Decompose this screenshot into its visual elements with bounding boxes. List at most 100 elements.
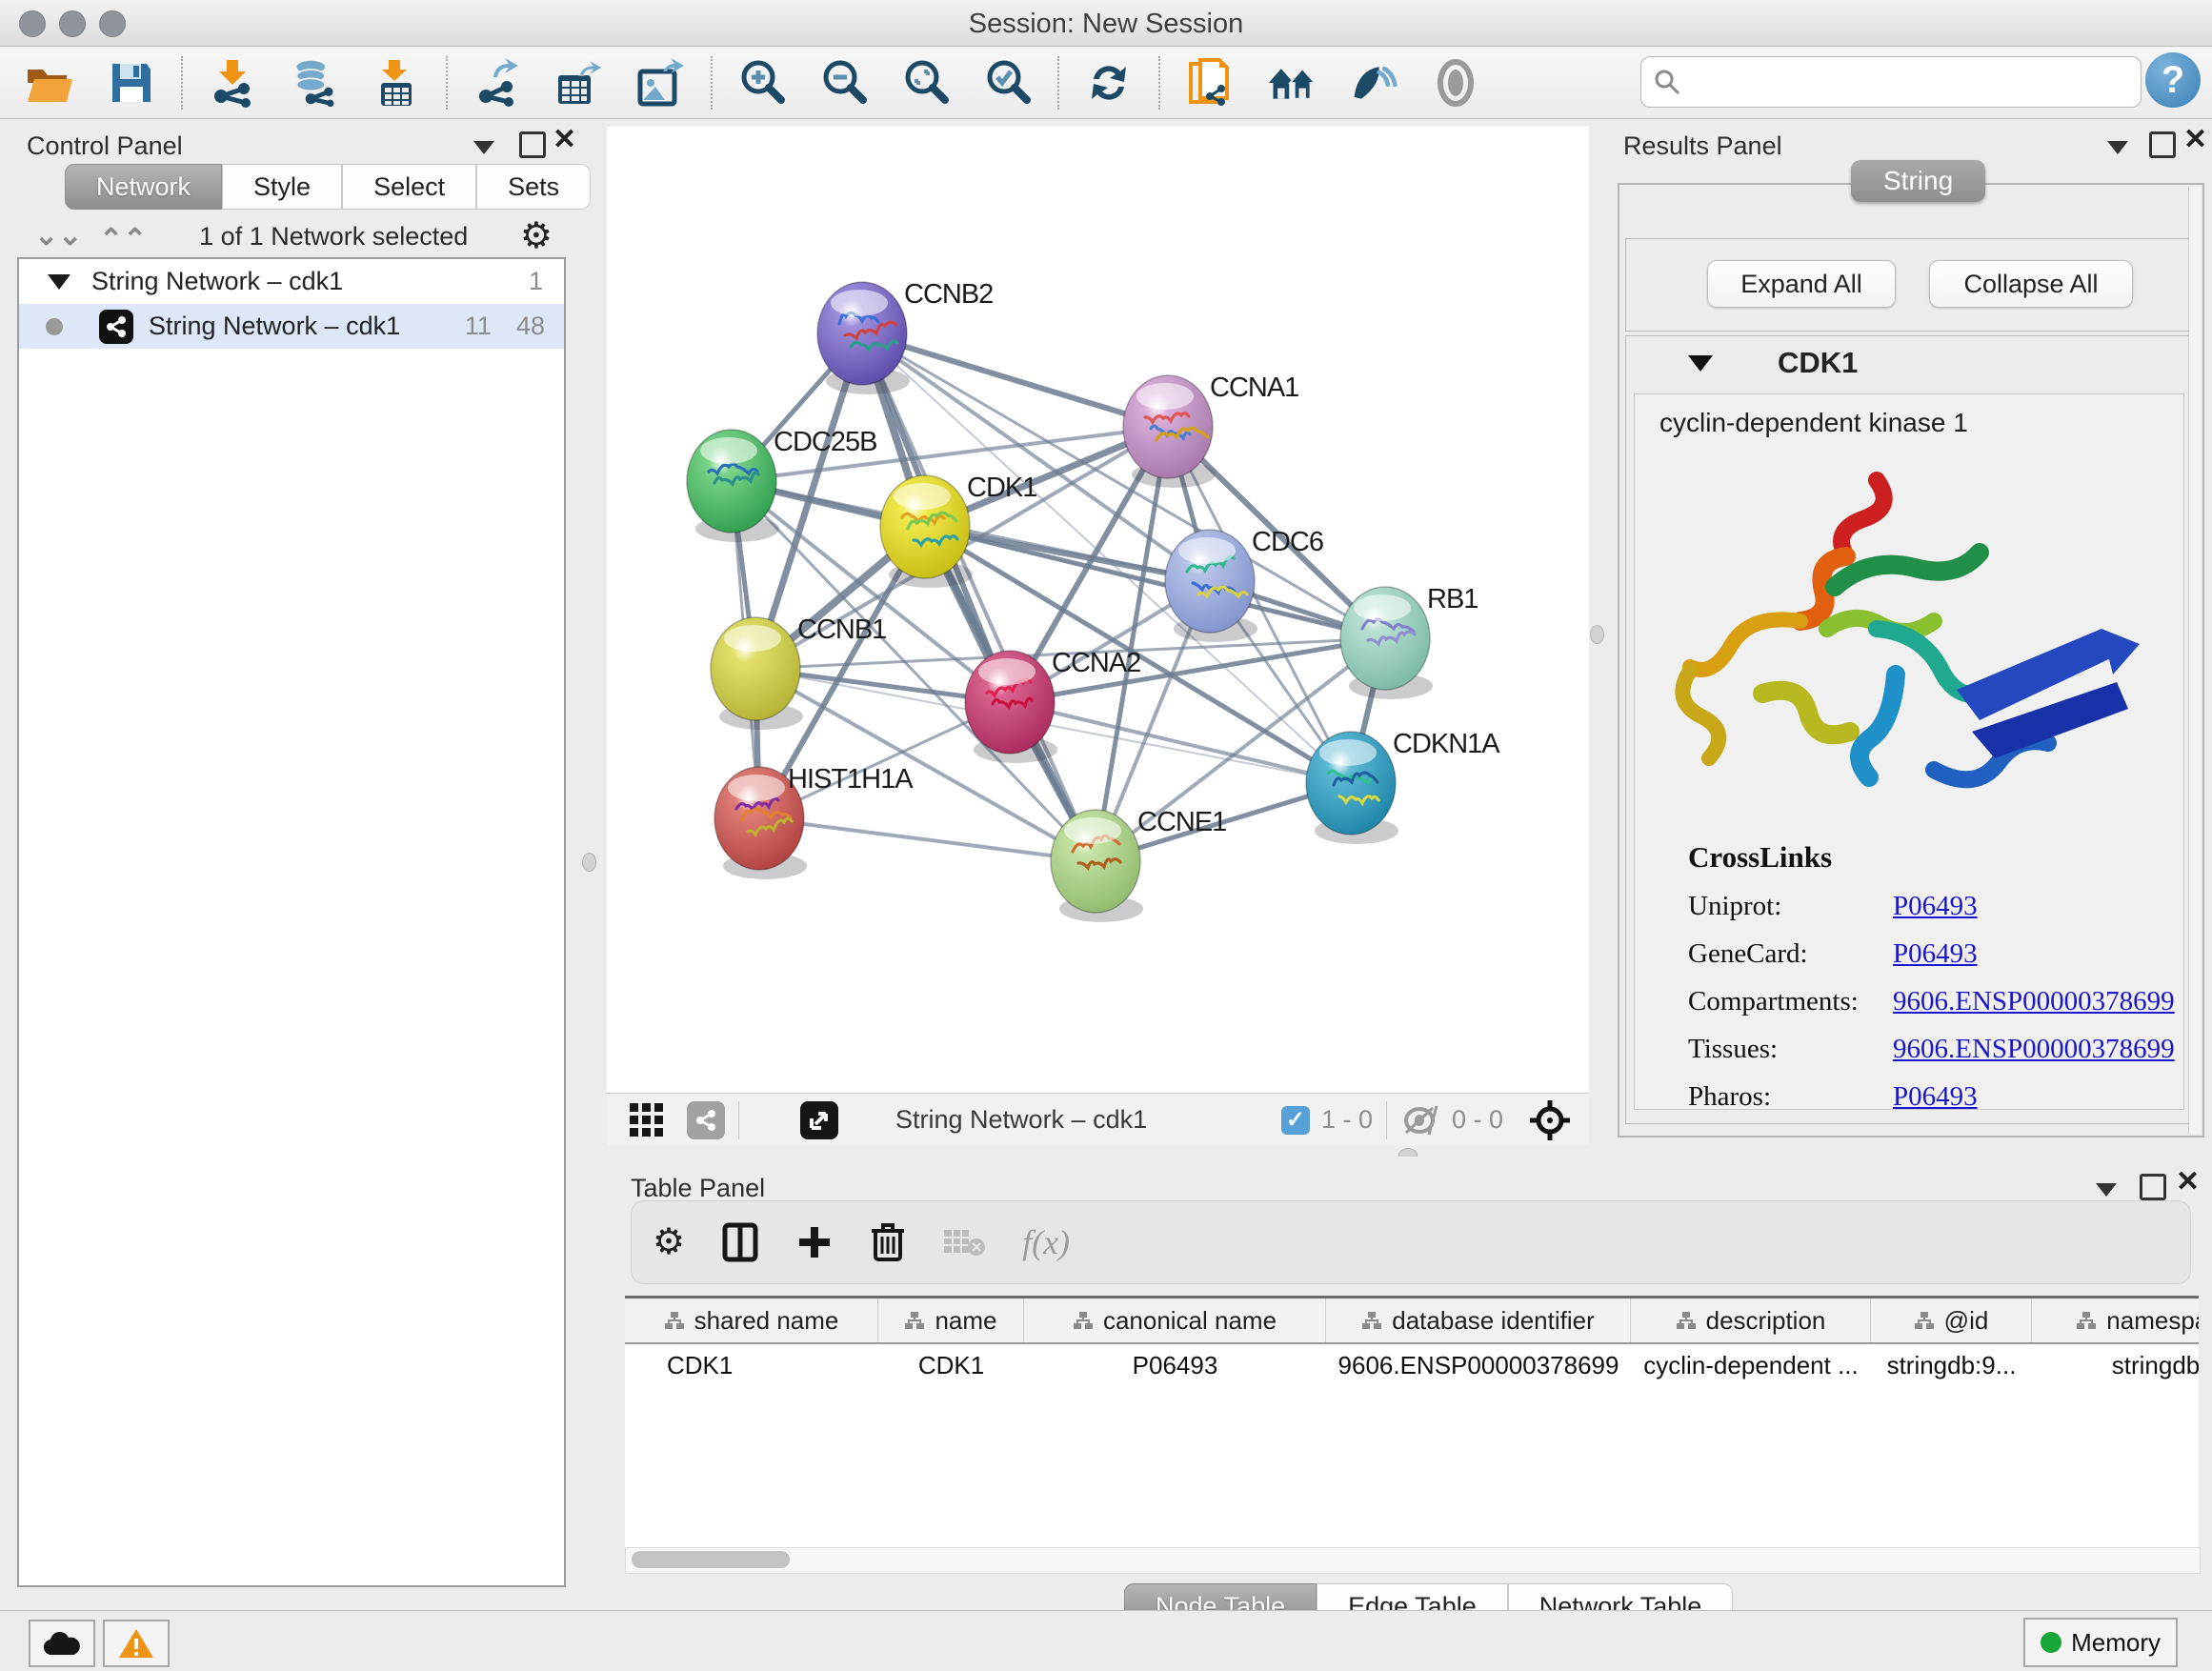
refresh-button[interactable] xyxy=(1084,58,1134,108)
crosslink-tissues-link[interactable]: 9606.ENSP00000378699 xyxy=(1893,1034,2175,1065)
warnings-button[interactable] xyxy=(103,1620,170,1667)
crosslink-compartments-link[interactable]: 9606.ENSP00000378699 xyxy=(1893,986,2175,1017)
network-tree: String Network – cdk1 1 String Network –… xyxy=(17,257,566,1587)
table-panel-close-icon[interactable]: ✕ xyxy=(2176,1172,2200,1193)
table-cell[interactable]: stringdb xyxy=(2032,1344,2199,1386)
birdseye-grid-icon[interactable] xyxy=(628,1101,666,1139)
left-splitter-handle[interactable] xyxy=(582,853,596,872)
crosslink-pharos-link[interactable]: P06493 xyxy=(1893,1081,1978,1113)
column-header-namespace[interactable]: namespace xyxy=(2032,1299,2199,1342)
zoom-fit-button[interactable] xyxy=(901,58,951,108)
results-panel-menu-icon[interactable] xyxy=(2107,141,2128,154)
gene-header[interactable]: CDK1 xyxy=(1626,336,2192,390)
column-header-canonical-name[interactable]: canonical name xyxy=(1024,1299,1326,1342)
import-table-button[interactable] xyxy=(372,58,421,108)
open-session-button[interactable] xyxy=(25,58,74,108)
tab-style[interactable]: Style xyxy=(222,164,342,210)
network-node-cdc25b[interactable] xyxy=(687,430,779,542)
table-options-gear-icon[interactable]: ⚙ xyxy=(653,1224,685,1260)
export-network-button[interactable] xyxy=(473,58,522,108)
cloud-status-button[interactable] xyxy=(29,1620,95,1667)
toggle-glass-button[interactable] xyxy=(1349,58,1398,108)
delete-column-icon[interactable] xyxy=(870,1221,906,1263)
add-column-icon[interactable] xyxy=(795,1223,834,1261)
collapse-all-networks-icon[interactable]: ⌄⌄ xyxy=(34,227,82,246)
column-header-description[interactable]: description xyxy=(1631,1299,1871,1342)
table-cell[interactable]: CDK1 xyxy=(625,1344,878,1386)
table-panel-menu-icon[interactable] xyxy=(2096,1183,2117,1197)
zoom-selected-button[interactable] xyxy=(983,58,1033,108)
show-hide-button[interactable] xyxy=(1431,58,1480,108)
network-options-gear-icon[interactable]: ⚙ xyxy=(520,218,553,254)
network-canvas[interactable]: CCNB2CCNA1CDC25BCDK1CDC6RB1CCNB1CCNA2CDK… xyxy=(607,127,1589,1093)
column-header-database-identifier[interactable]: database identifier xyxy=(1326,1299,1631,1342)
clone-network-button[interactable] xyxy=(1185,58,1235,108)
table-cell[interactable]: 9606.ENSP00000378699 xyxy=(1326,1344,1631,1386)
network-collection-row[interactable]: String Network – cdk1 1 xyxy=(19,259,564,304)
table-row[interactable]: CDK1CDK1P064939606.ENSP00000378699cyclin… xyxy=(625,1344,2199,1386)
network-node-ccna2[interactable] xyxy=(965,651,1057,763)
tab-sets[interactable]: Sets xyxy=(476,164,591,210)
selected-checkbox-icon[interactable]: ✓ xyxy=(1281,1106,1310,1135)
string-network-graph[interactable]: CCNB2CCNA1CDC25BCDK1CDC6RB1CCNB1CCNA2CDK… xyxy=(607,127,1589,1093)
global-search-field[interactable] xyxy=(1640,56,2142,108)
collection-expander-icon[interactable] xyxy=(48,274,70,290)
column-header-shared-name[interactable]: shared name xyxy=(625,1299,878,1342)
control-panel-close-icon[interactable]: ✕ xyxy=(553,130,576,151)
expand-all-networks-icon[interactable]: ⌄⌄ xyxy=(99,227,147,246)
network-edge[interactable] xyxy=(759,818,1096,861)
crosslink-uniprot-link[interactable]: P06493 xyxy=(1893,891,1978,922)
search-input[interactable] xyxy=(1681,67,2129,98)
network-edge-count: 48 xyxy=(516,312,545,341)
save-session-button[interactable] xyxy=(107,58,156,108)
import-network-from-database-button[interactable] xyxy=(290,58,339,108)
control-panel-menu-icon[interactable] xyxy=(473,141,494,154)
network-node-rb1[interactable] xyxy=(1340,587,1433,699)
expand-collapse-section: Expand All Collapse All xyxy=(1625,238,2193,332)
memory-button[interactable]: Memory xyxy=(2023,1618,2178,1667)
fit-crosshair-icon[interactable] xyxy=(1528,1098,1572,1142)
home-button[interactable] xyxy=(1267,58,1317,108)
column-header--id[interactable]: @id xyxy=(1871,1299,2032,1342)
collapse-all-button[interactable]: Collapse All xyxy=(1929,260,2133,308)
table-panel-float-icon[interactable] xyxy=(2140,1174,2166,1200)
column-header-name[interactable]: name xyxy=(878,1299,1024,1342)
network-node-ccnb2[interactable] xyxy=(817,282,910,394)
table-cell[interactable]: stringdb:9... xyxy=(1871,1344,2032,1386)
table-header-row: shared namenamecanonical namedatabase id… xyxy=(625,1299,2199,1344)
network-row-selected[interactable]: String Network – cdk1 11 48 xyxy=(19,304,564,349)
show-columns-icon[interactable] xyxy=(721,1221,759,1263)
gene-details: cyclin-dependent kinase 1 xyxy=(1634,393,2184,1110)
tab-network[interactable]: Network xyxy=(65,164,222,210)
network-node-cdkn1a[interactable] xyxy=(1306,732,1398,844)
export-table-button[interactable] xyxy=(554,58,604,108)
tab-select[interactable]: Select xyxy=(342,164,476,210)
table-cell[interactable]: cyclin-dependent ... xyxy=(1631,1344,1871,1386)
gene-expander-icon[interactable] xyxy=(1688,355,1713,372)
crosslink-genecard-link[interactable]: P06493 xyxy=(1893,938,1978,970)
open-in-browser-icon[interactable] xyxy=(800,1101,838,1139)
right-splitter-handle[interactable] xyxy=(1590,625,1604,644)
table-cell[interactable]: P06493 xyxy=(1024,1344,1326,1386)
network-node-cdc6[interactable] xyxy=(1165,530,1257,642)
results-scrollbar[interactable] xyxy=(2188,187,2201,1134)
import-network-file-button[interactable] xyxy=(208,58,257,108)
export-image-button[interactable] xyxy=(636,58,686,108)
control-panel-float-icon[interactable] xyxy=(519,131,546,158)
network-node-ccna1[interactable] xyxy=(1123,375,1216,488)
table-cell[interactable]: CDK1 xyxy=(878,1344,1024,1386)
tab-string[interactable]: String xyxy=(1851,160,1985,202)
network-share-toggle-icon[interactable] xyxy=(687,1101,725,1139)
zoom-in-button[interactable] xyxy=(737,58,787,108)
network-node-ccne1[interactable] xyxy=(1051,810,1143,922)
results-panel-close-icon[interactable]: ✕ xyxy=(2183,130,2207,151)
network-node-cdk1[interactable] xyxy=(880,475,973,588)
expand-all-button[interactable]: Expand All xyxy=(1707,260,1896,308)
help-button[interactable]: ? xyxy=(2145,52,2201,108)
hidden-eye-slash-icon[interactable] xyxy=(1400,1104,1442,1137)
results-panel-float-icon[interactable] xyxy=(2149,131,2176,158)
network-node-ccnb1[interactable] xyxy=(711,617,803,730)
network-edge[interactable] xyxy=(1010,702,1351,783)
table-hscrollbar[interactable] xyxy=(625,1547,2201,1574)
zoom-out-button[interactable] xyxy=(819,58,869,108)
